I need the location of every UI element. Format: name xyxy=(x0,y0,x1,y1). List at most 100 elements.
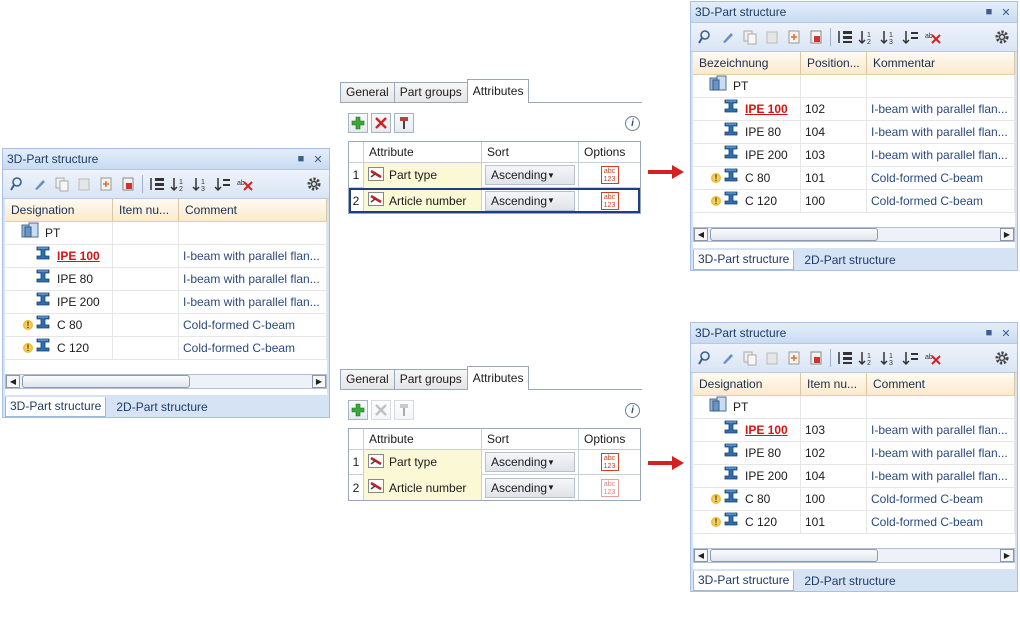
delete-numbers-button[interactable]: ab xyxy=(922,348,944,368)
insert-button[interactable] xyxy=(783,348,805,368)
clipboard-button[interactable] xyxy=(805,348,827,368)
attribute-cell[interactable]: Part type xyxy=(364,449,482,475)
settings-gear-button[interactable] xyxy=(303,174,325,194)
sort-options-icon[interactable]: abc 123 xyxy=(600,453,619,471)
pin-icon[interactable]: ■ xyxy=(294,153,308,165)
table-row[interactable]: IPE 200 104 I-beam with parallel flan... xyxy=(693,465,1015,488)
delete-numbers-button[interactable]: ab xyxy=(922,27,944,47)
close-icon[interactable]: ✕ xyxy=(999,327,1013,340)
table-row[interactable]: IPE 80 I-beam with parallel flan... xyxy=(5,268,327,291)
search-button[interactable] xyxy=(695,27,717,47)
info-icon[interactable]: i xyxy=(625,116,640,131)
sort-numbers-button[interactable]: 12 xyxy=(856,27,878,47)
sort-options-icon[interactable]: abc 123 xyxy=(600,166,619,184)
attribute-row[interactable]: 1 Part type Ascending ▼ abc 123 xyxy=(349,449,640,475)
column-header-comment[interactable]: Comment xyxy=(179,199,327,221)
sort-tree-button[interactable] xyxy=(834,348,856,368)
tab-attributes[interactable]: Attributes xyxy=(466,79,530,103)
paste-disabled-button[interactable] xyxy=(73,174,95,194)
column-header-item-number[interactable]: Item nu... xyxy=(113,199,179,221)
paste-disabled-button[interactable] xyxy=(761,27,783,47)
edit-tool-button[interactable] xyxy=(29,174,51,194)
sort-numbers-button[interactable]: 12 xyxy=(168,174,190,194)
insert-button[interactable] xyxy=(783,27,805,47)
delete-numbers-button[interactable]: ab xyxy=(234,174,256,194)
column-header-designation[interactable]: Designation xyxy=(693,373,801,395)
table-row[interactable]: IPE 100 102 I-beam with parallel flan... xyxy=(693,98,1015,121)
tab-3d-part-structure[interactable]: 3D-Part structure xyxy=(693,250,795,270)
attribute-row[interactable]: 1 Part type Ascending ▼ abc 123 xyxy=(349,162,640,188)
tab-2d-part-structure[interactable]: 2D-Part structure xyxy=(800,572,899,591)
tab-2d-part-structure[interactable]: 2D-Part structure xyxy=(112,398,211,417)
clipboard-button[interactable] xyxy=(117,174,139,194)
horizontal-scrollbar[interactable]: ◀ ▶ xyxy=(693,548,1015,563)
copy-button[interactable] xyxy=(51,174,73,194)
edit-attribute-button[interactable] xyxy=(394,113,414,133)
sort-numbers-button[interactable]: 12 xyxy=(856,348,878,368)
scroll-right-icon[interactable]: ▶ xyxy=(1000,228,1014,241)
attribute-row[interactable]: 2 Article number Ascending ▼ abc 123 xyxy=(349,188,640,213)
pin-icon[interactable]: ■ xyxy=(982,327,996,339)
table-row[interactable]: IPE 200 103 I-beam with parallel flan... xyxy=(693,144,1015,167)
table-row[interactable]: IPE 80 104 I-beam with parallel flan... xyxy=(693,121,1015,144)
table-row[interactable]: IPE 200 I-beam with parallel flan... xyxy=(5,291,327,314)
table-row[interactable]: PT xyxy=(5,222,327,245)
tab-2d-part-structure[interactable]: 2D-Part structure xyxy=(800,251,899,270)
clipboard-button[interactable] xyxy=(805,27,827,47)
sort-list-button[interactable] xyxy=(212,174,234,194)
column-header-item-number[interactable]: Position... xyxy=(801,52,867,74)
sort-dropdown[interactable]: Ascending ▼ xyxy=(485,165,575,185)
insert-button[interactable] xyxy=(95,174,117,194)
attribute-cell[interactable]: Article number xyxy=(364,188,482,213)
sort-renumber-button[interactable]: 13 xyxy=(878,27,900,47)
edit-attribute-button[interactable] xyxy=(394,400,414,420)
sort-tree-button[interactable] xyxy=(834,27,856,47)
column-header-item-number[interactable]: Item nu... xyxy=(801,373,867,395)
table-row[interactable]: PT xyxy=(693,75,1015,98)
table-row[interactable]: ! C 120 100 Cold-formed C-beam xyxy=(693,190,1015,213)
remove-attribute-button[interactable] xyxy=(371,113,391,133)
sort-dropdown[interactable]: Ascending ▼ xyxy=(485,452,575,472)
table-row[interactable]: IPE 100 I-beam with parallel flan... xyxy=(5,245,327,268)
table-row[interactable]: ! C 80 100 Cold-formed C-beam xyxy=(693,488,1015,511)
table-row[interactable]: ! C 80 101 Cold-formed C-beam xyxy=(693,167,1015,190)
copy-button[interactable] xyxy=(739,27,761,47)
sort-options-icon[interactable]: abc 123 xyxy=(600,478,619,497)
table-row[interactable]: ! C 120 101 Cold-formed C-beam xyxy=(693,511,1015,534)
settings-gear-button[interactable] xyxy=(991,348,1013,368)
table-row[interactable]: IPE 100 103 I-beam with parallel flan... xyxy=(693,419,1015,442)
paste-disabled-button[interactable] xyxy=(761,348,783,368)
add-attribute-button[interactable] xyxy=(348,113,368,133)
scroll-right-icon[interactable]: ▶ xyxy=(1000,549,1014,562)
tab-part-groups[interactable]: Part groups xyxy=(393,369,468,389)
attribute-row[interactable]: 2 Article number Ascending ▼ abc 123 xyxy=(349,475,640,500)
tab-attributes[interactable]: Attributes xyxy=(466,366,530,390)
search-button[interactable] xyxy=(695,348,717,368)
sort-tree-button[interactable] xyxy=(146,174,168,194)
edit-tool-button[interactable] xyxy=(717,27,739,47)
sort-options-icon[interactable]: abc 123 xyxy=(600,191,619,210)
attribute-cell[interactable]: Part type xyxy=(364,162,482,188)
tab-3d-part-structure[interactable]: 3D-Part structure xyxy=(693,571,795,591)
table-row[interactable]: ! C 120 Cold-formed C-beam xyxy=(5,337,327,360)
sort-list-button[interactable] xyxy=(900,27,922,47)
table-row[interactable]: PT xyxy=(693,396,1015,419)
scroll-thumb[interactable] xyxy=(710,549,878,562)
sort-list-button[interactable] xyxy=(900,348,922,368)
add-attribute-button[interactable] xyxy=(348,400,368,420)
edit-tool-button[interactable] xyxy=(717,348,739,368)
column-header-designation[interactable]: Designation xyxy=(5,199,113,221)
sort-dropdown[interactable]: Ascending ▼ xyxy=(485,190,575,211)
tab-part-groups[interactable]: Part groups xyxy=(393,82,468,102)
close-icon[interactable]: ✕ xyxy=(311,153,325,166)
sort-renumber-button[interactable]: 13 xyxy=(190,174,212,194)
scroll-left-icon[interactable]: ◀ xyxy=(6,375,20,388)
scroll-thumb[interactable] xyxy=(710,228,878,241)
scroll-right-icon[interactable]: ▶ xyxy=(312,375,326,388)
column-header-comment[interactable]: Kommentar xyxy=(867,52,1015,74)
info-icon[interactable]: i xyxy=(625,403,640,418)
table-row[interactable]: IPE 80 102 I-beam with parallel flan... xyxy=(693,442,1015,465)
tab-general[interactable]: General xyxy=(340,369,395,389)
close-icon[interactable]: ✕ xyxy=(999,6,1013,19)
copy-button[interactable] xyxy=(739,348,761,368)
